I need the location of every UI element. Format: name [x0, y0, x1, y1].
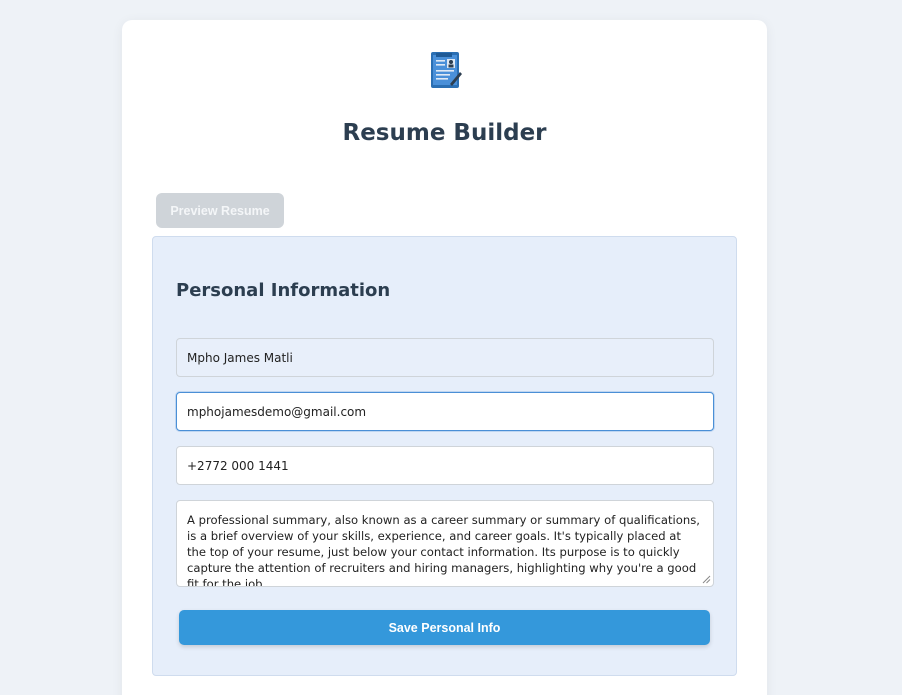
full-name-field[interactable]: Mpho James Matli	[176, 338, 714, 377]
section-heading: Personal Information	[176, 280, 391, 301]
summary-text: A professional summary, also known as a …	[187, 513, 700, 587]
personal-information-section: Personal Information Mpho James Matli mp…	[152, 236, 737, 676]
resume-builder-card: Resume Builder Preview Resume Personal I…	[122, 20, 767, 695]
resize-handle-icon[interactable]	[702, 575, 711, 584]
email-field[interactable]: mphojamesdemo@gmail.com	[176, 392, 714, 431]
phone-field[interactable]: +2772 000 1441	[176, 446, 714, 485]
save-personal-info-button[interactable]: Save Personal Info	[179, 610, 710, 645]
professional-summary-textarea[interactable]: A professional summary, also known as a …	[176, 500, 714, 587]
preview-resume-button[interactable]: Preview Resume	[156, 193, 284, 228]
page-title: Resume Builder	[342, 120, 547, 146]
resume-document-icon	[428, 50, 462, 90]
